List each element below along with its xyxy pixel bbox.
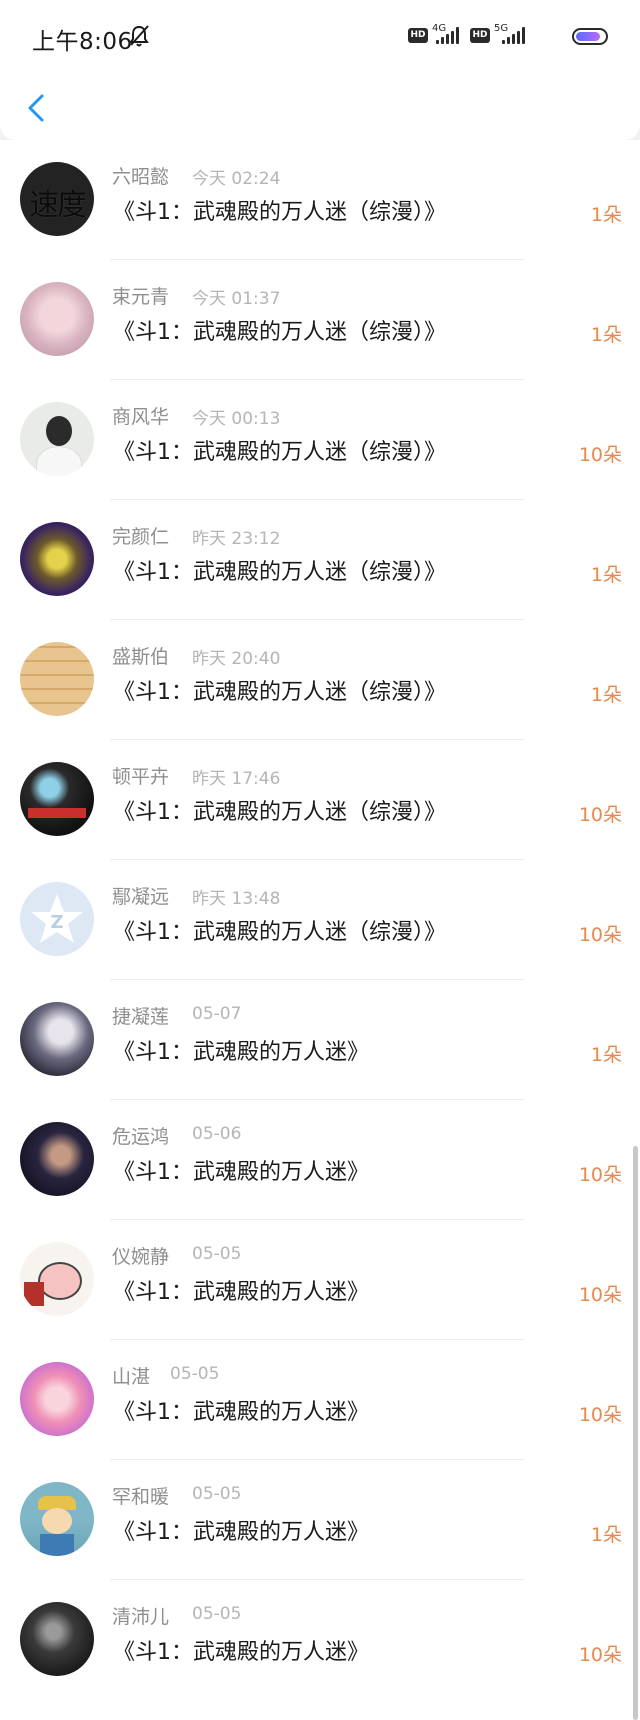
book-title: 《斗1：武魂殿的万人迷》 (113, 1280, 369, 1305)
book-title: 《斗1：武魂殿的万人迷（综漫）》 (113, 200, 446, 225)
gift-amount: 1朵 (590, 204, 622, 226)
gift-amount: 1朵 (590, 324, 622, 346)
gift-time: 昨天 20:40 (192, 649, 281, 669)
list-item[interactable]: 仪婉静 05-05 《斗1：武魂殿的万人迷》 10朵 (0, 1220, 640, 1340)
user-name: 六昭懿 (112, 166, 170, 188)
chevron-left-icon (28, 94, 44, 122)
list-item[interactable]: 罕和暖 05-05 《斗1：武魂殿的万人迷》 1朵 (0, 1460, 640, 1580)
book-title: 《斗1：武魂殿的万人迷》 (113, 1040, 369, 1065)
avatar (20, 642, 94, 716)
gift-time: 昨天 17:46 (192, 769, 281, 789)
list-item[interactable]: 束元青 今天 01:37 《斗1：武魂殿的万人迷（综漫）》 1朵 (0, 260, 640, 380)
signal-icon-2 (502, 27, 528, 44)
book-title: 《斗1：武魂殿的万人迷（综漫）》 (113, 680, 446, 705)
avatar (20, 1482, 94, 1556)
avatar (20, 762, 94, 836)
gift-amount: 1朵 (590, 564, 622, 586)
user-name: 罕和暖 (112, 1486, 170, 1508)
status-indicators: HD 4G HD 5G (408, 22, 608, 52)
gift-amount: 10朵 (578, 1644, 622, 1666)
book-title: 《斗1：武魂殿的万人迷（综漫）》 (113, 440, 446, 465)
gift-amount: 10朵 (578, 1164, 622, 1186)
svg-text:Z: Z (50, 912, 63, 933)
avatar (20, 1122, 94, 1196)
user-name: 束元青 (112, 286, 170, 308)
gift-record-list: 速度 六昭懿 今天 02:24 《斗1：武魂殿的万人迷（综漫）》 1朵 束元青 … (0, 140, 640, 1720)
avatar (20, 282, 94, 356)
avatar (20, 402, 94, 476)
gift-time: 05-05 (192, 1604, 242, 1624)
battery-icon (572, 28, 608, 45)
book-title: 《斗1：武魂殿的万人迷（综漫）》 (113, 920, 446, 945)
gift-time: 昨天 23:12 (192, 529, 281, 549)
gift-amount: 1朵 (590, 1524, 622, 1546)
gift-amount: 10朵 (578, 804, 622, 826)
gift-time: 05-05 (170, 1364, 220, 1384)
list-item[interactable]: 完颜仁 昨天 23:12 《斗1：武魂殿的万人迷（综漫）》 1朵 (0, 500, 640, 620)
user-name: 商风华 (112, 406, 170, 428)
gift-time: 05-05 (192, 1484, 242, 1504)
book-title: 《斗1：武魂殿的万人迷》 (113, 1160, 369, 1185)
list-item[interactable]: 顿平卉 昨天 17:46 《斗1：武魂殿的万人迷（综漫）》 10朵 (0, 740, 640, 860)
avatar: Z (20, 882, 94, 956)
list-item[interactable]: 速度 六昭懿 今天 02:24 《斗1：武魂殿的万人迷（综漫）》 1朵 (0, 140, 640, 260)
scrollbar[interactable] (633, 1146, 638, 1720)
nav-bar (0, 76, 640, 140)
star-icon: Z (31, 894, 83, 943)
gift-amount: 1朵 (590, 684, 622, 706)
list-item[interactable]: 山湛 05-05 《斗1：武魂殿的万人迷》 10朵 (0, 1340, 640, 1460)
avatar: 速度 (20, 162, 94, 236)
list-item[interactable]: 商风华 今天 00:13 《斗1：武魂殿的万人迷（综漫）》 10朵 (0, 380, 640, 500)
hd-badge-2: HD (470, 28, 490, 43)
status-time: 上午8:06 (32, 29, 133, 55)
user-name: 仪婉静 (112, 1246, 170, 1268)
book-title: 《斗1：武魂殿的万人迷（综漫）》 (113, 800, 446, 825)
avatar (20, 522, 94, 596)
gift-time: 今天 00:13 (192, 409, 281, 429)
user-name: 清沛儿 (112, 1606, 170, 1628)
user-name: 鄢凝远 (112, 886, 170, 908)
book-title: 《斗1：武魂殿的万人迷》 (113, 1520, 369, 1545)
avatar (20, 1602, 94, 1676)
gift-time: 05-06 (192, 1124, 242, 1144)
user-name: 顿平卉 (112, 766, 170, 788)
gift-time: 今天 01:37 (192, 289, 281, 309)
list-item[interactable]: 清沛儿 05-05 《斗1：武魂殿的万人迷》 10朵 (0, 1580, 640, 1700)
book-title: 《斗1：武魂殿的万人迷》 (113, 1640, 369, 1665)
hd-badge: HD (408, 28, 428, 43)
avatar-text: 速度 (29, 188, 87, 223)
book-title: 《斗1：武魂殿的万人迷（综漫）》 (113, 320, 446, 345)
user-name: 山湛 (112, 1366, 151, 1388)
user-name: 完颜仁 (112, 526, 170, 548)
gift-time: 昨天 13:48 (192, 889, 281, 909)
book-title: 《斗1：武魂殿的万人迷（综漫）》 (113, 560, 446, 585)
avatar (20, 1002, 94, 1076)
gift-time: 05-07 (192, 1004, 242, 1024)
gift-time: 今天 02:24 (192, 169, 281, 189)
user-name: 危运鸿 (112, 1126, 170, 1148)
status-bar: 上午8:06 HD 4G HD 5G (0, 0, 640, 76)
list-item[interactable]: Z 鄢凝远 昨天 13:48 《斗1：武魂殿的万人迷（综漫）》 10朵 (0, 860, 640, 980)
avatar (20, 1362, 94, 1436)
list-item[interactable]: 盛斯伯 昨天 20:40 《斗1：武魂殿的万人迷（综漫）》 1朵 (0, 620, 640, 740)
gift-amount: 10朵 (578, 1284, 622, 1306)
signal-icon (436, 27, 462, 44)
back-button[interactable] (18, 86, 62, 130)
user-name: 捷凝莲 (112, 1006, 170, 1028)
gift-amount: 10朵 (578, 444, 622, 466)
book-title: 《斗1：武魂殿的万人迷》 (113, 1400, 369, 1425)
list-item[interactable]: 危运鸿 05-06 《斗1：武魂殿的万人迷》 10朵 (0, 1100, 640, 1220)
gift-amount: 10朵 (578, 1404, 622, 1426)
gift-time: 05-05 (192, 1244, 242, 1264)
gift-amount: 1朵 (590, 1044, 622, 1066)
list-item[interactable]: 捷凝莲 05-07 《斗1：武魂殿的万人迷》 1朵 (0, 980, 640, 1100)
bell-muted-icon (128, 24, 150, 52)
avatar (20, 1242, 94, 1316)
user-name: 盛斯伯 (112, 646, 170, 668)
gift-amount: 10朵 (578, 924, 622, 946)
